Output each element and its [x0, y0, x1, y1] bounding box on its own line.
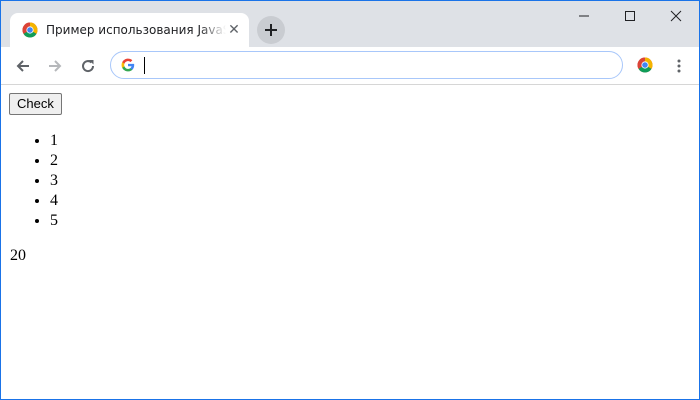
tab-strip: Пример использования JavaScript ✕: [1, 1, 699, 47]
list-item: 4: [50, 191, 58, 211]
tab-title: Пример использования JavaScript: [46, 23, 226, 37]
browser-menu-button[interactable]: [665, 52, 693, 80]
tab-close-icon[interactable]: ✕: [227, 23, 241, 37]
back-button[interactable]: [9, 52, 37, 80]
close-icon: [670, 10, 682, 22]
reload-icon: [82, 60, 95, 73]
number-list: 1 2 3 4 5: [1, 131, 58, 231]
forward-button[interactable]: [41, 52, 69, 80]
google-g-icon: [121, 58, 135, 72]
list-item: 1: [50, 131, 58, 151]
arrow-left-icon: [16, 60, 29, 72]
kebab-menu-icon: [677, 59, 681, 73]
page-content: Check 1 2 3 4 5 20: [1, 85, 699, 399]
list-item: 3: [50, 171, 58, 191]
result-text: 20: [10, 247, 26, 264]
reload-button[interactable]: [74, 52, 102, 80]
address-bar[interactable]: [110, 51, 623, 79]
list-item: 2: [50, 151, 58, 171]
close-window-button[interactable]: [653, 1, 699, 31]
address-input[interactable]: [145, 55, 605, 75]
new-tab-button[interactable]: [257, 16, 285, 44]
active-tab[interactable]: Пример использования JavaScript ✕: [10, 13, 249, 47]
browser-window: Пример использования JavaScript ✕: [0, 0, 700, 400]
list-item: 5: [50, 211, 58, 231]
chrome-icon: [22, 22, 38, 38]
chrome-icon[interactable]: [637, 57, 653, 73]
minimize-icon: [579, 15, 589, 17]
arrow-right-icon: [49, 60, 62, 72]
check-button[interactable]: Check: [9, 93, 62, 115]
maximize-button[interactable]: [607, 1, 653, 31]
window-controls: [561, 1, 699, 31]
plus-icon: [265, 24, 277, 36]
maximize-icon: [625, 11, 635, 21]
minimize-button[interactable]: [561, 1, 607, 31]
browser-toolbar: [1, 47, 699, 85]
